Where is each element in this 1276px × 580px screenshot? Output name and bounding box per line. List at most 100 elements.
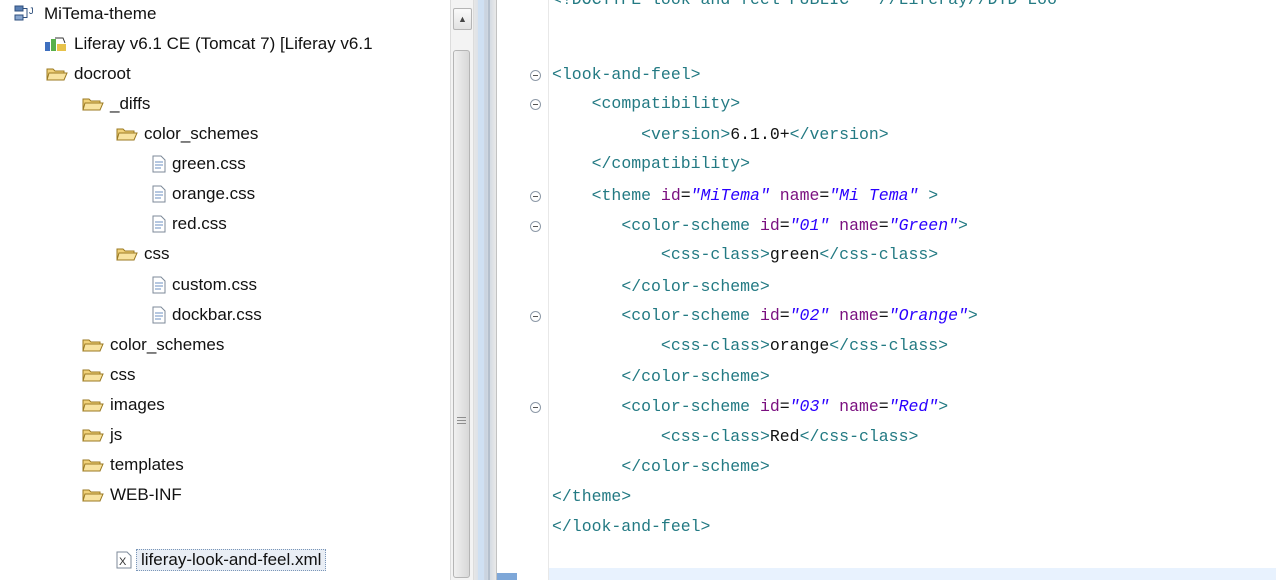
- code-token-tag: </color-scheme>: [621, 457, 770, 476]
- tree-item-label: templates: [110, 455, 184, 474]
- project-explorer-tree[interactable]: J MiTema-theme Liferay v6.1 CE (Tomcat 7…: [0, 0, 450, 580]
- fold-toggle-icon[interactable]: [530, 402, 541, 413]
- tree-item-custom-css[interactable]: custom.css: [152, 270, 257, 300]
- code-token-tag: <color-scheme: [621, 397, 760, 416]
- tree-item-label: images: [110, 395, 165, 414]
- tree-item-server-runtime[interactable]: Liferay v6.1 CE (Tomcat 7) [Liferay v6.1: [44, 29, 373, 59]
- code-token-val: "Orange": [888, 306, 968, 325]
- tree-item-templates[interactable]: templates: [82, 450, 184, 480]
- tree-item-red-css[interactable]: red.css: [152, 209, 227, 239]
- code-token-txt: =: [878, 216, 889, 235]
- folder-icon: [46, 66, 68, 82]
- code-token-txt: =: [819, 186, 830, 205]
- tree-item-project[interactable]: J MiTema-theme: [14, 0, 156, 29]
- splitter-corner: [497, 573, 517, 580]
- code-token-attr: id: [759, 306, 780, 325]
- file-icon: [152, 276, 166, 294]
- fold-toggle-icon[interactable]: [530, 191, 541, 202]
- code-line[interactable]: <look-and-feel>: [552, 60, 701, 90]
- tree-item-diffs-css[interactable]: css: [116, 239, 170, 269]
- code-token-tag: </compatibility>: [591, 154, 751, 173]
- tree-item-liferay-look-and-feel-xml[interactable]: X liferay-look-and-feel.xml: [116, 545, 327, 575]
- code-token-tag: </version>: [789, 125, 889, 144]
- svg-text:X: X: [119, 556, 127, 568]
- code-token-txt: 6.1.0+: [730, 125, 790, 144]
- folder-icon: [82, 457, 104, 473]
- editor-gutter-divider: [548, 0, 549, 580]
- code-token-tag: <css-class>: [660, 245, 770, 264]
- code-line[interactable]: <color-scheme id="01" name="Green">: [552, 211, 968, 241]
- code-line[interactable]: </compatibility>: [552, 149, 750, 179]
- fold-toggle-icon[interactable]: [530, 311, 541, 322]
- code-token-txt: =: [779, 216, 790, 235]
- code-line[interactable]: </color-scheme>: [552, 362, 770, 392]
- tree-item-label: color_schemes: [144, 124, 259, 143]
- code-line[interactable]: <css-class>orange</css-class>: [552, 331, 948, 361]
- tree-item-label: css: [144, 244, 170, 263]
- tree-item-dockbar-css[interactable]: dockbar.css: [152, 300, 262, 330]
- code-token-tag: </css-class>: [829, 336, 949, 355]
- code-token-val: "03": [789, 397, 830, 416]
- code-token-txt: Red: [769, 427, 800, 446]
- code-token-tag: <color-scheme: [621, 306, 760, 325]
- code-token-tag: >: [958, 216, 968, 235]
- folder-icon: [82, 367, 104, 383]
- tree-item-diffs[interactable]: _diffs: [82, 89, 150, 119]
- code-token-txt: =: [878, 397, 889, 416]
- code-line[interactable]: </color-scheme>: [552, 272, 770, 302]
- tree-item-images[interactable]: images: [82, 390, 165, 420]
- folder-icon: [116, 126, 138, 142]
- tree-item-web-inf[interactable]: WEB-INF: [82, 480, 182, 510]
- tree-item-label: js: [110, 425, 123, 444]
- code-line[interactable]: </color-scheme>: [552, 452, 770, 482]
- tree-item-js[interactable]: js: [82, 420, 122, 450]
- code-line[interactable]: <color-scheme id="03" name="Red">: [552, 392, 948, 422]
- code-line[interactable]: </look-and-feel>: [552, 512, 710, 542]
- code-token-txt: orange: [769, 336, 830, 355]
- tree-item-label: docroot: [74, 64, 131, 83]
- code-line[interactable]: <!DOCTYPE look-and-feel PUBLIC "-//Lifer…: [552, 0, 1057, 15]
- tree-item-docroot[interactable]: docroot: [46, 59, 131, 89]
- svg-text:J: J: [29, 6, 34, 16]
- tree-item-label: orange.css: [172, 184, 256, 203]
- folder-icon: [82, 397, 104, 413]
- folder-icon: [82, 96, 104, 112]
- code-token-tag: <css-class>: [660, 427, 770, 446]
- code-line[interactable]: <color-scheme id="02" name="Orange">: [552, 301, 978, 331]
- fold-toggle-icon[interactable]: [530, 221, 541, 232]
- fold-toggle-icon[interactable]: [530, 70, 541, 81]
- xml-file-icon: X: [116, 551, 132, 569]
- code-line[interactable]: </theme>: [552, 482, 631, 512]
- file-icon: [152, 185, 166, 203]
- code-token-attr: name: [839, 397, 879, 416]
- tree-item-green-css[interactable]: green.css: [152, 149, 246, 179]
- code-line[interactable]: <css-class>green</css-class>: [552, 240, 938, 270]
- tree-item-color-schemes[interactable]: color_schemes: [82, 330, 224, 360]
- scrollbar-thumb[interactable]: [453, 50, 470, 578]
- code-token-tag: >: [918, 186, 939, 205]
- code-token-val: "01": [789, 216, 830, 235]
- fold-toggle-icon[interactable]: [530, 99, 541, 110]
- code-token-attr: name: [839, 216, 879, 235]
- code-line[interactable]: <version>6.1.0+</version>: [552, 120, 889, 150]
- tree-item-orange-css[interactable]: orange.css: [152, 179, 255, 209]
- tree-item-label: green.css: [172, 154, 246, 173]
- code-token-attr: id: [759, 216, 780, 235]
- tree-item-css[interactable]: css: [82, 360, 136, 390]
- code-line[interactable]: <css-class>Red</css-class>: [552, 422, 918, 452]
- folder-icon: [82, 427, 104, 443]
- code-token-tag: <!DOCTYPE look-and-feel PUBLIC "-//Lifer…: [552, 0, 1057, 9]
- tree-scrollbar[interactable]: ▲: [450, 0, 474, 580]
- tree-item-label: _diffs: [110, 94, 151, 113]
- tree-item-label: red.css: [172, 214, 227, 233]
- tree-item-diffs-color-schemes[interactable]: color_schemes: [116, 119, 258, 149]
- code-line[interactable]: <theme id="MiTema" name="Mi Tema" >: [552, 181, 939, 211]
- code-line[interactable]: <compatibility>: [552, 89, 741, 119]
- file-icon: [152, 155, 166, 173]
- scroll-up-arrow-icon[interactable]: ▲: [453, 8, 472, 30]
